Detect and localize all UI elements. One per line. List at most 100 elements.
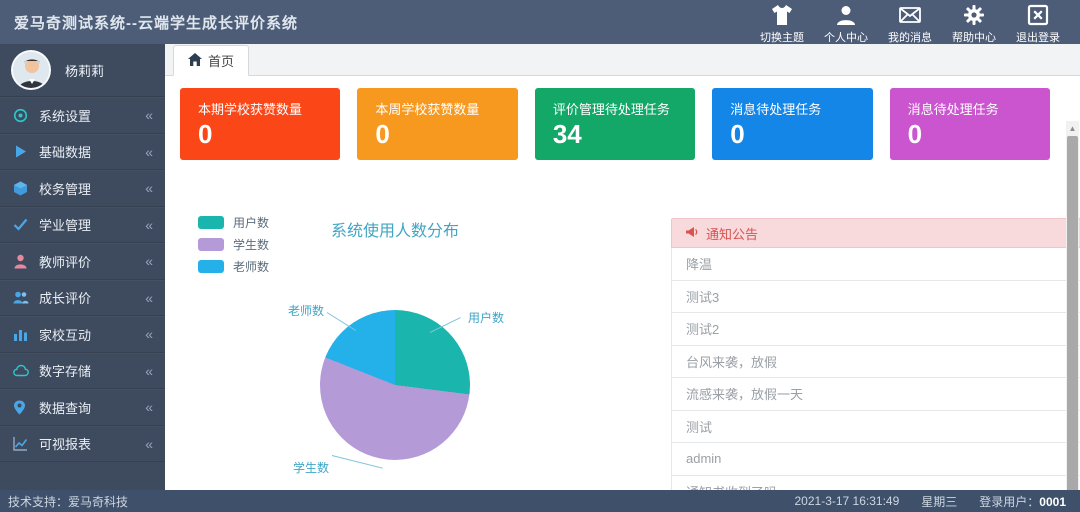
slice-label-students: 学生数 bbox=[293, 461, 330, 475]
stat-card-eval-tasks[interactable]: 评价管理待处理任务 34 bbox=[534, 88, 696, 160]
chart-legend: 用户数 学生数 老师数 bbox=[198, 211, 269, 277]
collapse-chevron-icon[interactable]: « bbox=[145, 107, 153, 123]
footer-right: 2021-3-17 16:31:49 星期三 登录用户：0001 bbox=[795, 493, 1080, 510]
notice-title: 通知公告 bbox=[706, 226, 759, 242]
messages-label: 我的消息 bbox=[888, 31, 932, 44]
scroll-up-arrow[interactable]: ▲ bbox=[1066, 121, 1079, 135]
collapse-chevron-icon[interactable]: « bbox=[145, 326, 153, 342]
sidebar-item-system-settings[interactable]: 系统设置 « bbox=[0, 97, 165, 134]
location-pin-icon bbox=[13, 400, 30, 415]
messages-button[interactable]: 我的消息 bbox=[878, 0, 942, 45]
stat-value: 0 bbox=[198, 119, 213, 149]
stat-card-message-tasks-1[interactable]: 消息待处理任务 0 bbox=[712, 88, 873, 160]
help-button[interactable]: 帮助中心 bbox=[942, 0, 1006, 45]
legend-swatch bbox=[198, 215, 224, 229]
tshirt-icon bbox=[770, 3, 794, 27]
user-block[interactable]: 杨莉莉 bbox=[0, 44, 165, 97]
notice-row[interactable]: 测试2 bbox=[671, 313, 1080, 346]
collapse-chevron-icon[interactable]: « bbox=[145, 436, 153, 452]
check-icon bbox=[13, 217, 30, 232]
profile-label: 个人中心 bbox=[824, 31, 868, 44]
stat-value: 34 bbox=[552, 119, 582, 149]
logout-label: 退出登录 bbox=[1016, 31, 1060, 44]
collapse-chevron-icon[interactable]: « bbox=[145, 217, 153, 233]
content-row: 系统使用人数分布 用户数 学生数 老师数 老师数 用户数 学生数 通知公告 降温… bbox=[165, 205, 1080, 490]
home-icon bbox=[188, 52, 202, 69]
collapse-chevron-icon[interactable]: « bbox=[145, 144, 153, 160]
collapse-chevron-icon[interactable]: « bbox=[145, 399, 153, 415]
cube-icon bbox=[13, 181, 30, 196]
footer-weekday: 星期三 bbox=[921, 494, 958, 509]
bar-chart-icon bbox=[13, 327, 30, 342]
collapse-chevron-icon[interactable]: « bbox=[145, 290, 153, 306]
logout-x-icon bbox=[1027, 3, 1049, 27]
notice-row[interactable]: 通知书收到了吗 bbox=[671, 475, 1080, 490]
top-header: 爱马奇测试系统--云端学生成长评价系统 切换主题 个人中心 我的消息 帮助中心 bbox=[0, 0, 1080, 44]
pie-chart: 系统使用人数分布 用户数 学生数 老师数 老师数 用户数 学生数 bbox=[180, 205, 633, 490]
sidebar-item-data-query[interactable]: 数据查询 « bbox=[0, 389, 165, 426]
avatar bbox=[11, 50, 51, 90]
collapse-chevron-icon[interactable]: « bbox=[145, 363, 153, 379]
notice-row[interactable]: 流感来袭，放假一天 bbox=[671, 378, 1080, 411]
sidebar-item-academic[interactable]: 学业管理 « bbox=[0, 207, 165, 243]
stat-value: 0 bbox=[907, 119, 923, 149]
notice-header: 通知公告 bbox=[671, 218, 1080, 248]
legend-item-students[interactable]: 学生数 bbox=[198, 233, 269, 255]
help-label: 帮助中心 bbox=[952, 31, 996, 44]
theme-switch-button[interactable]: 切换主题 bbox=[750, 0, 814, 45]
collapse-chevron-icon[interactable]: « bbox=[145, 180, 153, 196]
sidebar-item-digital-storage[interactable]: 数字存储 « bbox=[0, 353, 165, 389]
legend-item-teachers[interactable]: 老师数 bbox=[198, 255, 269, 277]
leader-line bbox=[326, 312, 357, 331]
sidebar: 杨莉莉 系统设置 « 基础数据 « 校务管理 « 学业管理 « 教师评价 « 成… bbox=[0, 44, 165, 490]
play-icon bbox=[13, 144, 30, 159]
gear-icon bbox=[963, 3, 985, 27]
line-chart-icon bbox=[13, 436, 30, 451]
legend-item-users[interactable]: 用户数 bbox=[198, 211, 269, 233]
legend-swatch bbox=[198, 237, 224, 251]
tab-home[interactable]: 首页 bbox=[173, 45, 250, 76]
sidebar-item-teacher-eval[interactable]: 教师评价 « bbox=[0, 243, 165, 280]
logout-button[interactable]: 退出登录 bbox=[1006, 0, 1070, 45]
sidebar-item-home-school[interactable]: 家校互动 « bbox=[0, 316, 165, 353]
topbar-actions: 切换主题 个人中心 我的消息 帮助中心 退出登录 bbox=[750, 0, 1080, 45]
theme-switch-label: 切换主题 bbox=[760, 31, 804, 44]
notice-row[interactable]: 台风来袭，放假 bbox=[671, 345, 1080, 378]
slice-label-teachers: 老师数 bbox=[288, 304, 325, 318]
notice-row[interactable]: 测试 bbox=[671, 410, 1080, 443]
sidebar-item-school-affairs[interactable]: 校务管理 « bbox=[0, 170, 165, 207]
sidebar-item-growth-eval[interactable]: 成长评价 « bbox=[0, 280, 165, 316]
stat-card-message-tasks-2[interactable]: 消息待处理任务 0 bbox=[889, 88, 1051, 160]
stat-card-likes-week[interactable]: 本周学校获赞数量 0 bbox=[357, 88, 518, 160]
footer-login-user: 登录用户：0001 bbox=[979, 494, 1066, 509]
cloud-icon bbox=[13, 363, 30, 378]
chart-title: 系统使用人数分布 bbox=[330, 223, 459, 240]
main-content: 首页 本期学校获赞数量 0 本周学校获赞数量 0 评价管理待处理任务 34 消息… bbox=[165, 44, 1080, 490]
profile-button[interactable]: 个人中心 bbox=[814, 0, 878, 45]
collapse-chevron-icon[interactable]: « bbox=[145, 253, 153, 269]
person-icon bbox=[13, 254, 30, 269]
scrollbar-thumb[interactable] bbox=[1067, 136, 1078, 490]
stat-cards: 本期学校获赞数量 0 本周学校获赞数量 0 评价管理待处理任务 34 消息待处理… bbox=[165, 76, 1080, 160]
notice-row[interactable]: admin bbox=[671, 443, 1080, 476]
app-title: 爱马奇测试系统--云端学生成长评价系统 bbox=[14, 14, 298, 32]
envelope-icon bbox=[898, 3, 922, 27]
megaphone-icon bbox=[685, 226, 699, 241]
sidebar-item-visual-reports[interactable]: 可视报表 « bbox=[0, 426, 165, 462]
stat-value: 0 bbox=[375, 119, 390, 149]
user-icon bbox=[835, 3, 857, 27]
tab-home-label: 首页 bbox=[208, 54, 235, 69]
notice-panel: 通知公告 降温 测试3 测试2 台风来袭，放假 流感来袭，放假一天 测试 adm… bbox=[671, 218, 1080, 490]
stat-card-likes-term[interactable]: 本期学校获赞数量 0 bbox=[180, 88, 341, 160]
vertical-scrollbar[interactable]: ▲ bbox=[1066, 121, 1079, 490]
sidebar-item-basic-data[interactable]: 基础数据 « bbox=[0, 134, 165, 170]
pie[interactable] bbox=[320, 310, 470, 460]
people-icon bbox=[13, 290, 30, 305]
support-text: 技术支持：爱马奇科技 bbox=[8, 494, 129, 509]
status-bar: 技术支持：爱马奇科技 2021-3-17 16:31:49 星期三 登录用户：0… bbox=[0, 490, 1080, 512]
tab-bar: 首页 bbox=[165, 44, 1080, 76]
legend-swatch bbox=[198, 259, 224, 273]
user-name: 杨莉莉 bbox=[65, 63, 105, 79]
notice-row[interactable]: 降温 bbox=[671, 248, 1080, 281]
notice-row[interactable]: 测试3 bbox=[671, 280, 1080, 313]
